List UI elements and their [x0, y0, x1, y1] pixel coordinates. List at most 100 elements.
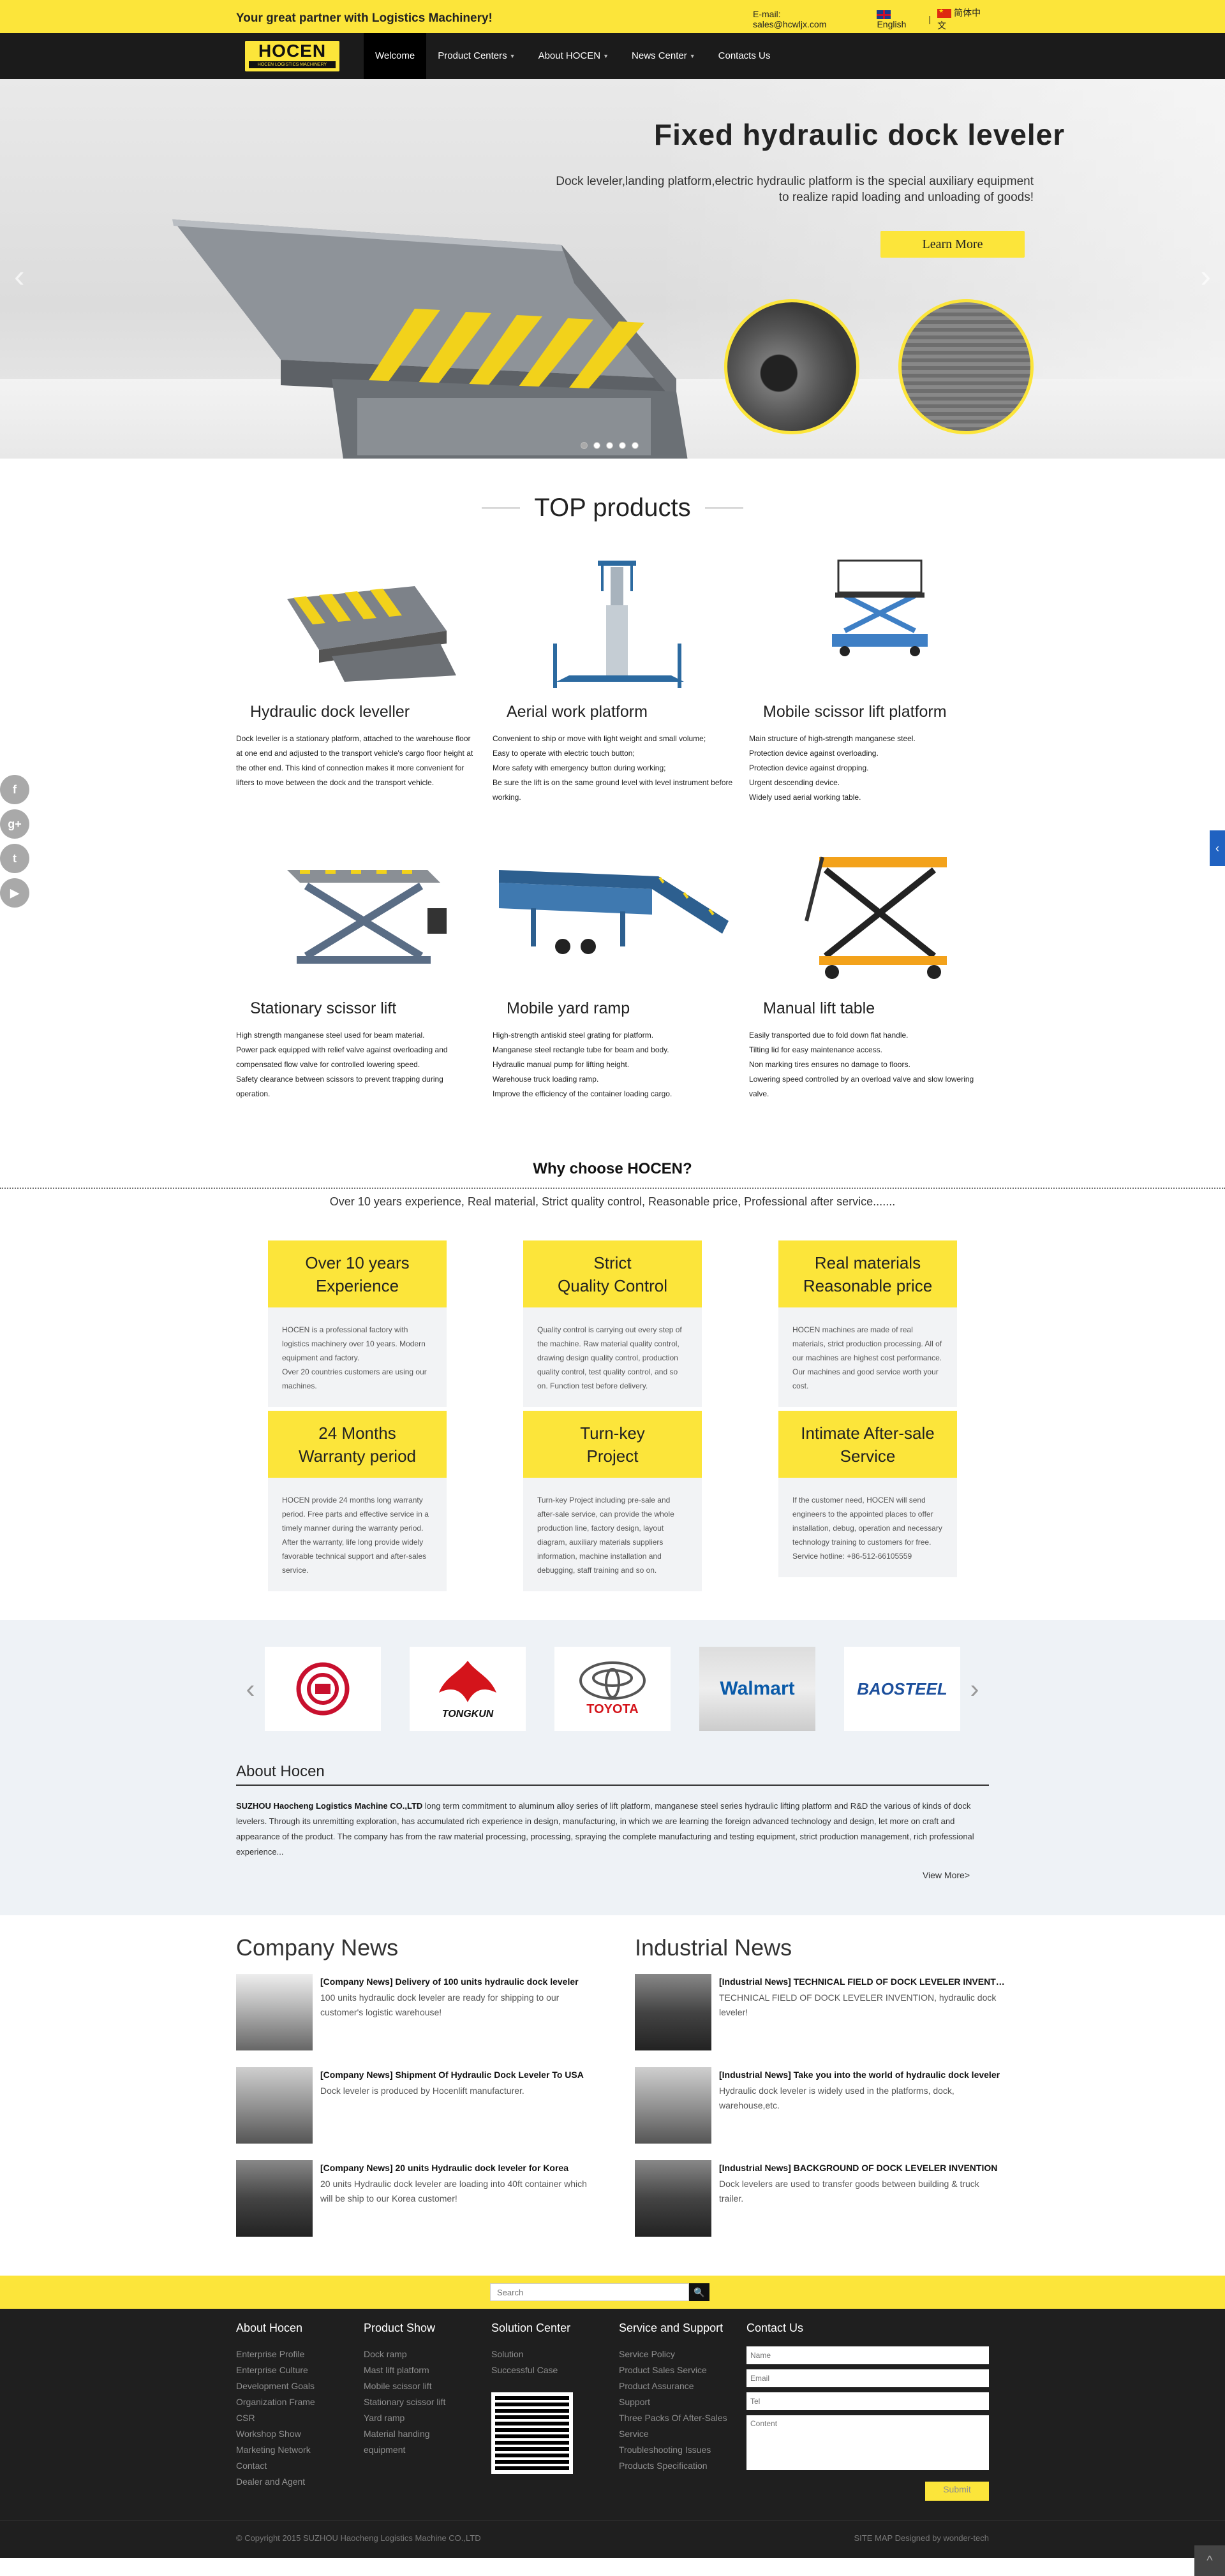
top-bar: Your great partner with Logistics Machin…: [0, 0, 1225, 33]
footer-link[interactable]: Dealer and Agent: [236, 2474, 364, 2490]
footer-link[interactable]: Workshop Show: [236, 2426, 364, 2442]
footer-link[interactable]: Three Packs Of After-Sales Service: [619, 2410, 746, 2442]
news-title[interactable]: [Industrial News] TECHNICAL FIELD OF DOC…: [719, 1976, 1005, 1987]
sitemap-designer-link[interactable]: SITE MAP Designed by wonder-tech: [854, 2533, 989, 2543]
news-title[interactable]: [Industrial News] BACKGROUND OF DOCK LEV…: [719, 2163, 1005, 2173]
facebook-icon[interactable]: f: [0, 775, 29, 804]
carousel-prev-icon[interactable]: ‹: [236, 1674, 265, 1704]
side-panel-toggle-icon[interactable]: ‹: [1210, 830, 1225, 866]
news-thumbnail[interactable]: [236, 2160, 313, 2237]
footer-link[interactable]: Stationary scissor lift: [364, 2394, 491, 2410]
tel-field[interactable]: [746, 2392, 989, 2410]
hero-dot-4[interactable]: [619, 442, 626, 449]
footer-link[interactable]: Organization Frame: [236, 2394, 364, 2410]
footer-link[interactable]: Enterprise Culture: [236, 2362, 364, 2378]
nav-welcome[interactable]: Welcome: [364, 33, 427, 79]
footer-link[interactable]: Yard ramp: [364, 2410, 491, 2426]
footer-link[interactable]: Material handing equipment: [364, 2426, 491, 2458]
product-description: Main structure of high-strength manganes…: [749, 734, 916, 802]
name-field[interactable]: [746, 2346, 989, 2364]
submit-button[interactable]: Submit: [925, 2482, 989, 2501]
nav-about-hocen[interactable]: About HOCEN ▼: [527, 33, 620, 79]
product-name[interactable]: Aerial work platform: [507, 703, 735, 721]
footer-link[interactable]: Product Assurance: [619, 2378, 746, 2394]
product-card[interactable]: Manual lift table Easily transported due…: [749, 844, 991, 1112]
content-field[interactable]: [746, 2415, 989, 2470]
news-item[interactable]: [Company News] Shipment Of Hydraulic Doc…: [236, 2067, 606, 2144]
email-link[interactable]: E-mail: sales@hcwljx.com: [753, 9, 856, 29]
toyota-logo[interactable]: TOYOTA: [554, 1647, 671, 1731]
footer-link[interactable]: Solution: [491, 2346, 619, 2362]
news-title[interactable]: [Company News] Delivery of 100 units hyd…: [320, 1976, 606, 1987]
why-card-text: Turn-key Project including pre-sale and …: [537, 1496, 674, 1575]
nav-contacts-us[interactable]: Contacts Us: [707, 33, 782, 79]
bank-logo[interactable]: [265, 1647, 381, 1731]
news-thumbnail[interactable]: [635, 2067, 711, 2144]
product-card[interactable]: Mobile scissor lift platform Main struct…: [749, 548, 991, 816]
youtube-icon[interactable]: ▶: [0, 878, 29, 908]
news-title[interactable]: [Company News] Shipment Of Hydraulic Doc…: [320, 2070, 606, 2080]
news-title[interactable]: [Industrial News] Take you into the worl…: [719, 2070, 1005, 2080]
nav-product-centers[interactable]: Product Centers ▼: [426, 33, 526, 79]
footer-link[interactable]: CSR: [236, 2410, 364, 2426]
footer-link[interactable]: Service Policy: [619, 2346, 746, 2362]
product-card[interactable]: Stationary scissor lift High strength ma…: [236, 844, 479, 1112]
hocen-logo[interactable]: HOCEN HOCEN LOGISTICS MACHINERY: [245, 41, 339, 71]
product-card[interactable]: Mobile yard ramp High-strength antiskid …: [493, 844, 735, 1112]
product-name[interactable]: Manual lift table: [763, 999, 991, 1018]
product-name[interactable]: Mobile yard ramp: [507, 999, 735, 1018]
news-item[interactable]: [Company News] Delivery of 100 units hyd…: [236, 1974, 606, 2050]
twitter-icon[interactable]: t: [0, 844, 29, 873]
news-item[interactable]: [Industrial News] TECHNICAL FIELD OF DOC…: [635, 1974, 1005, 2050]
news-item[interactable]: [Company News] 20 units Hydraulic dock l…: [236, 2160, 606, 2237]
hero-dot-3[interactable]: [606, 442, 613, 449]
news-item[interactable]: [Industrial News] BACKGROUND OF DOCK LEV…: [635, 2160, 1005, 2237]
footer-link[interactable]: Successful Case: [491, 2362, 619, 2378]
lang-chinese-link[interactable]: 简体中文: [937, 6, 989, 32]
walmart-logo[interactable]: Walmart: [699, 1647, 815, 1731]
news-item[interactable]: [Industrial News] Take you into the worl…: [635, 2067, 1005, 2144]
carousel-next-icon[interactable]: ›: [960, 1674, 989, 1704]
footer-link[interactable]: Support: [619, 2394, 746, 2410]
product-card[interactable]: Hydraulic dock leveller Dock leveller is…: [236, 548, 479, 816]
footer-link[interactable]: Product Sales Service: [619, 2362, 746, 2378]
back-to-top-icon[interactable]: ^: [1194, 2545, 1225, 2576]
footer-link[interactable]: Mobile scissor lift: [364, 2378, 491, 2394]
google-plus-icon[interactable]: g+: [0, 809, 29, 839]
learn-more-button[interactable]: Learn More: [880, 231, 1025, 258]
news-title[interactable]: [Company News] 20 units Hydraulic dock l…: [320, 2163, 606, 2173]
hero-next-arrow-icon[interactable]: ›: [1200, 258, 1211, 295]
product-name[interactable]: Stationary scissor lift: [250, 999, 479, 1018]
footer-link[interactable]: Dock ramp: [364, 2346, 491, 2362]
hero-dot-5[interactable]: [632, 442, 639, 449]
why-card-heading: Turn-key Project: [523, 1411, 702, 1478]
product-name[interactable]: Hydraulic dock leveller: [250, 703, 479, 721]
baosteel-logo[interactable]: BAOSTEEL: [844, 1647, 960, 1731]
nav-news-center[interactable]: News Center ▼: [620, 33, 707, 79]
company-news-title[interactable]: Company News: [236, 1934, 606, 1961]
footer-link[interactable]: Contact: [236, 2458, 364, 2474]
hero-dot-2[interactable]: [593, 442, 600, 449]
footer-link[interactable]: Mast lift platform: [364, 2362, 491, 2378]
hero-prev-arrow-icon[interactable]: ‹: [14, 258, 25, 295]
lang-english-link[interactable]: English: [877, 9, 922, 29]
footer-link[interactable]: Products Specification: [619, 2458, 746, 2474]
footer-link[interactable]: Marketing Network: [236, 2442, 364, 2458]
hero-dot-1[interactable]: [581, 442, 588, 449]
search-box: 🔍: [490, 2283, 709, 2301]
news-thumbnail[interactable]: [236, 2067, 313, 2144]
footer-link[interactable]: Troubleshooting Issues: [619, 2442, 746, 2458]
search-icon[interactable]: 🔍: [689, 2283, 709, 2301]
footer-link[interactable]: Enterprise Profile: [236, 2346, 364, 2362]
product-name[interactable]: Mobile scissor lift platform: [763, 703, 991, 721]
footer-link[interactable]: Development Goals: [236, 2378, 364, 2394]
email-field[interactable]: [746, 2369, 989, 2387]
news-thumbnail[interactable]: [635, 1974, 711, 2050]
tongkun-logo[interactable]: TONGKUN: [410, 1647, 526, 1731]
product-card[interactable]: Aerial work platform Convenient to ship …: [493, 548, 735, 816]
search-input[interactable]: [490, 2283, 689, 2301]
news-thumbnail[interactable]: [635, 2160, 711, 2237]
industrial-news-title[interactable]: Industrial News: [635, 1934, 1005, 1961]
view-more-link[interactable]: View More>: [923, 1870, 970, 1880]
news-thumbnail[interactable]: [236, 1974, 313, 2050]
